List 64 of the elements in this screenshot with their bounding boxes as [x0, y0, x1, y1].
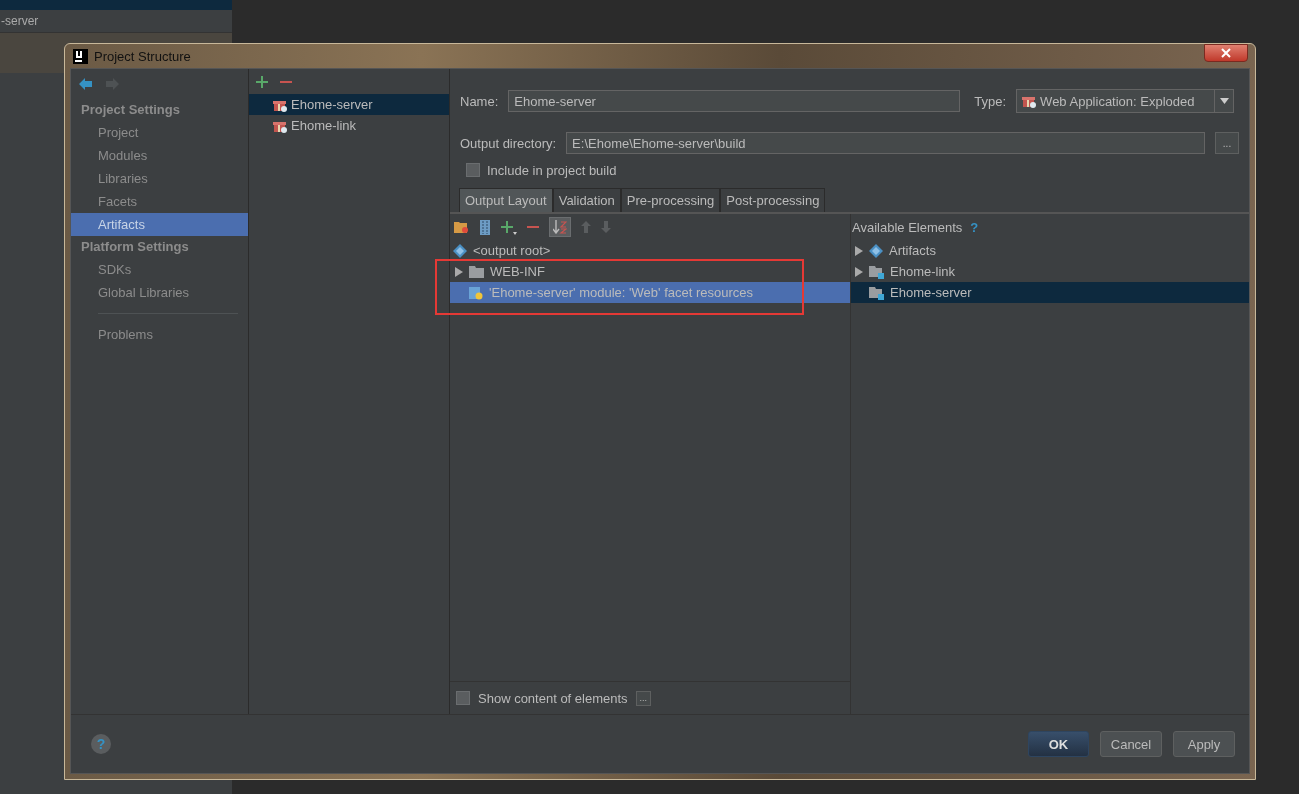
section-heading: Project Settings: [80, 101, 181, 119]
close-icon: [1221, 48, 1231, 58]
nav-item[interactable]: Facets: [71, 190, 248, 213]
nav-item[interactable]: Problems: [71, 323, 248, 346]
output-directory-label: Output directory:: [460, 135, 557, 151]
package-icon: [1022, 94, 1037, 108]
tree-item[interactable]: 'Ehome-server' module: 'Web' facet resources: [450, 282, 850, 303]
expand-arrow-icon[interactable]: [455, 266, 463, 277]
move-down-icon[interactable]: [601, 221, 611, 233]
nav-item[interactable]: Global Libraries: [71, 281, 248, 304]
type-label: Type:: [974, 93, 1007, 109]
folder-icon: [469, 265, 484, 278]
add-dropdown-icon[interactable]: [501, 219, 517, 235]
more-button[interactable]: ...: [635, 690, 652, 706]
tab[interactable]: Pre-processing: [620, 188, 721, 212]
nav-item[interactable]: Modules: [71, 144, 248, 167]
checkbox-label: Show content of elements: [478, 690, 628, 706]
name-field[interactable]: Ehome-server: [508, 90, 961, 112]
tree-item[interactable]: <output root>: [450, 240, 850, 261]
module-folder-icon: [869, 285, 884, 300]
window-title: Project Structure: [94, 48, 191, 64]
sort-toggle[interactable]: [549, 217, 571, 237]
panel-title: Available Elements: [852, 219, 963, 235]
dialog-button[interactable]: Cancel: [1100, 731, 1162, 757]
help-link[interactable]: ?: [970, 219, 979, 235]
tab[interactable]: Validation: [552, 188, 621, 212]
move-up-icon[interactable]: [581, 221, 591, 233]
close-button[interactable]: [1204, 44, 1248, 62]
archive-icon[interactable]: [479, 219, 491, 235]
checkbox[interactable]: [456, 691, 470, 705]
dialog-button[interactable]: Apply: [1173, 731, 1235, 757]
module-folder-icon: [869, 264, 884, 279]
ok-button[interactable]: OK: [1028, 731, 1089, 757]
tree-item[interactable]: WEB-INF: [450, 261, 850, 282]
checkbox[interactable]: [466, 163, 480, 177]
tree-item[interactable]: Ehome-link: [851, 261, 1249, 282]
background-text: -server: [1, 14, 39, 28]
tab[interactable]: Post-processing: [720, 188, 826, 212]
diamond-icon: [453, 243, 467, 258]
output-directory-field[interactable]: E:\Ehome\Ehome-server\build: [566, 132, 1205, 154]
name-label: Name:: [460, 93, 499, 109]
module-resource-icon: [469, 285, 483, 300]
type-dropdown[interactable]: Web Application: Exploded: [1016, 89, 1235, 113]
tab[interactable]: Output Layout: [459, 188, 553, 212]
new-folder-icon[interactable]: [454, 220, 469, 234]
add-icon[interactable]: [256, 75, 268, 88]
checkbox-label: Include in project build: [487, 162, 617, 178]
expand-arrow-icon[interactable]: [855, 245, 863, 256]
browse-button[interactable]: ...: [1215, 132, 1239, 154]
nav-item[interactable]: Libraries: [71, 167, 248, 190]
section-heading: Platform Settings: [80, 238, 190, 256]
tree-item[interactable]: Ehome-server: [851, 282, 1249, 303]
nav-item[interactable]: Project: [71, 121, 248, 144]
nav-item[interactable]: Artifacts: [71, 213, 248, 236]
app-icon: [73, 48, 88, 64]
tree-item[interactable]: Artifacts: [851, 240, 1249, 261]
diamond-icon: [869, 243, 883, 258]
back-arrow-icon[interactable]: [79, 78, 93, 90]
sort-icon: [553, 220, 567, 234]
nav-item[interactable]: SDKs: [71, 258, 248, 281]
expand-arrow-icon[interactable]: [855, 266, 863, 277]
caret-icon: [1219, 98, 1229, 104]
artifact-item[interactable]: Ehome-link: [249, 115, 449, 136]
artifact-item[interactable]: Ehome-server: [249, 94, 449, 115]
